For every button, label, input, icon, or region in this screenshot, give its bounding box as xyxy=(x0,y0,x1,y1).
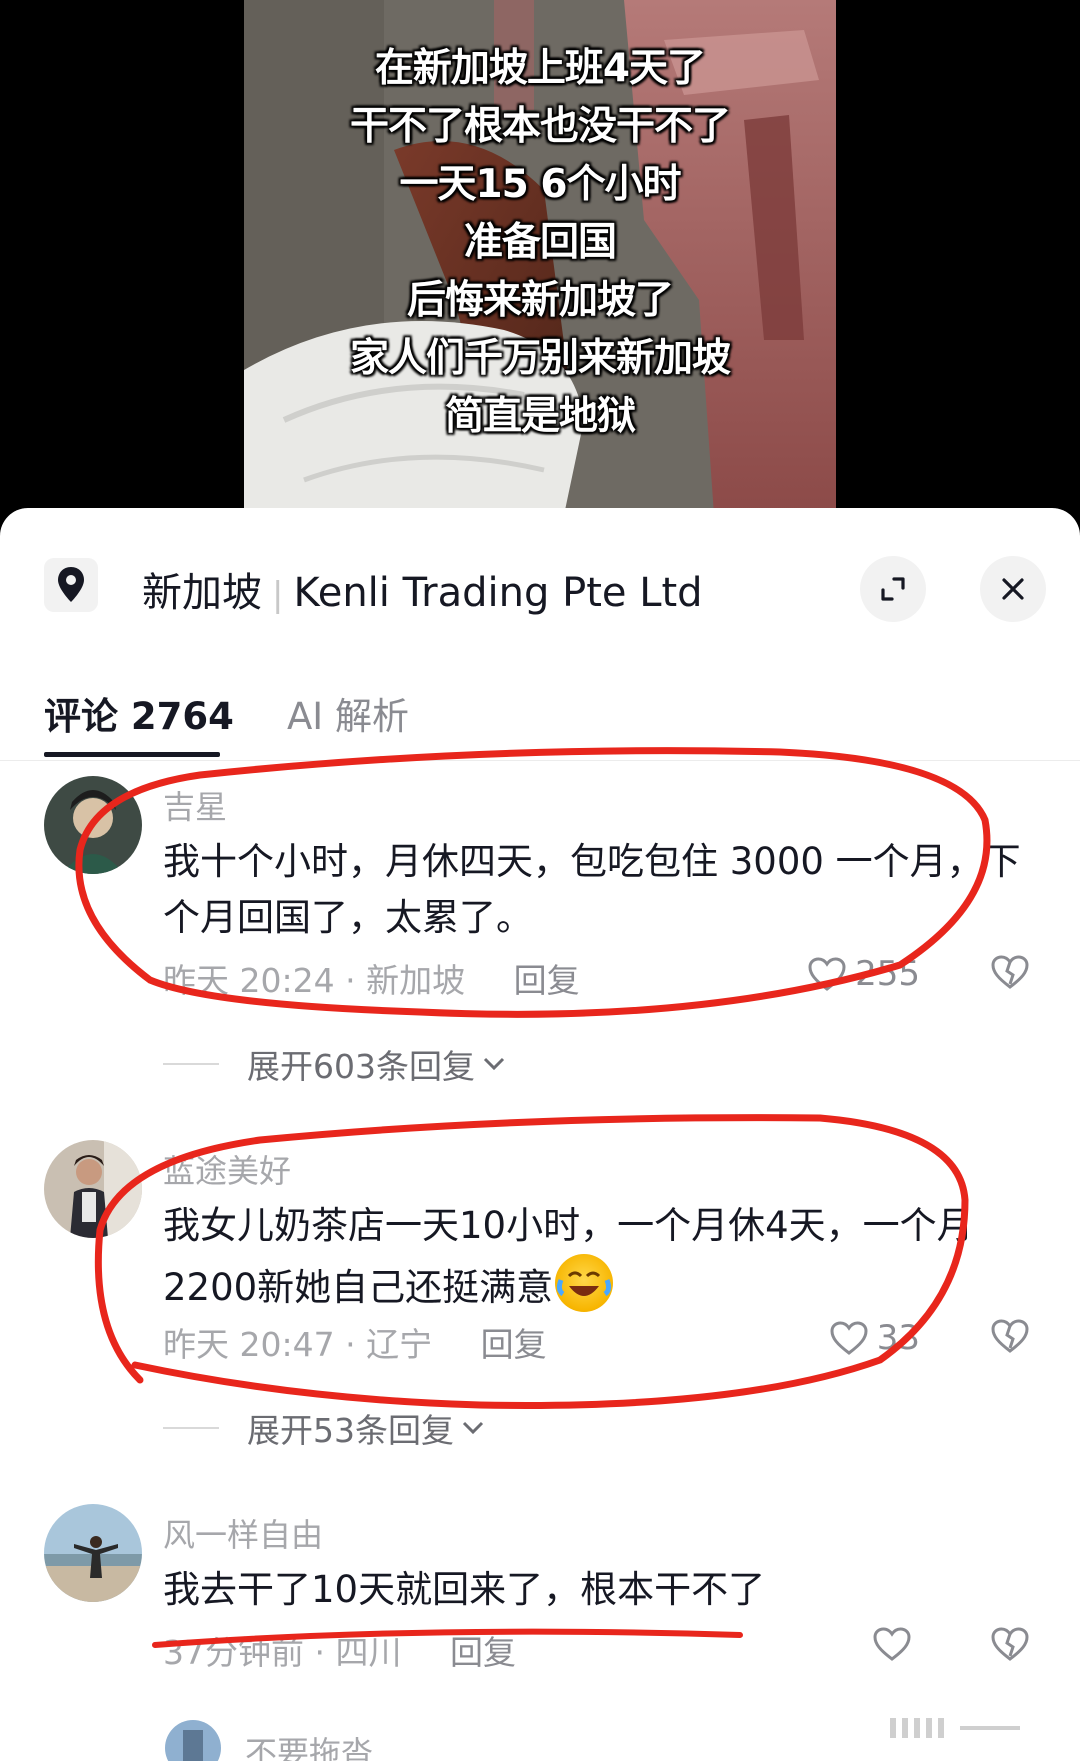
heart-icon xyxy=(873,1627,911,1661)
heart-icon xyxy=(808,957,846,991)
comment-time: 昨天 20:47 xyxy=(163,1325,335,1364)
video-player[interactable]: 在新加坡上班4天了 干不了根本也没干不了 一天15 6个小时 准备回国 后悔来新… xyxy=(0,0,1080,530)
comment-text: 我十个小时，月休四天，包吃包住 3000 一个月，下个月回国了，太累了。 xyxy=(163,840,1021,939)
location-label[interactable]: 新加坡 | Kenli Trading Pte Ltd xyxy=(142,560,703,618)
comment-location: 辽宁 xyxy=(366,1325,433,1364)
chevron-down-icon xyxy=(483,1057,505,1071)
comment-location: 新加坡 xyxy=(366,961,466,1000)
tab-ai-analysis[interactable]: AI 解析 xyxy=(287,686,409,740)
comment-text: 我去干了10天就回来了，根本干不了 xyxy=(163,1568,766,1611)
comment-username[interactable]: 不要拖沓 xyxy=(245,1728,373,1761)
broken-heart-icon xyxy=(991,1627,1029,1661)
comment-location: 四川 xyxy=(335,1633,402,1672)
watermark-icon xyxy=(890,1718,1020,1738)
reply-button[interactable]: 回复 xyxy=(450,1633,516,1672)
comment-tabs: 评论 2764 AI 解析 xyxy=(0,668,1080,761)
like-button[interactable] xyxy=(872,1626,920,1662)
comment-username[interactable]: 蓝途美好 xyxy=(163,1146,291,1192)
caption-line: 一天15 6个小时 xyxy=(399,162,682,207)
reply-button[interactable]: 回复 xyxy=(514,961,580,1000)
broken-heart-icon xyxy=(991,1319,1029,1353)
comment-meta: 37分钟前 · 四川 回复 xyxy=(163,1626,516,1674)
tab-comments[interactable]: 评论 2764 xyxy=(44,686,234,740)
dislike-button[interactable] xyxy=(990,1318,1030,1358)
avatar[interactable] xyxy=(44,776,142,874)
caption-line: 家人们千万别来新加坡 xyxy=(349,336,731,381)
location-pin-icon xyxy=(44,558,98,612)
avatar[interactable] xyxy=(165,1720,221,1761)
expand-icon xyxy=(881,577,905,601)
expand-replies-label: 展开53条回复 xyxy=(247,1411,454,1450)
video-captions: 在新加坡上班4天了 干不了根本也没干不了 一天15 6个小时 准备回国 后悔来新… xyxy=(244,40,836,446)
divider-line xyxy=(163,1063,219,1065)
caption-line: 简直是地狱 xyxy=(444,394,636,439)
comment-item: 风一样自由 我去干了10天就回来了，根本干不了 37分钟前 · 四川 回复 xyxy=(0,1504,1080,1704)
comment-item: 吉星 我十个小时，月休四天，包吃包住 3000 一个月，下个月回国了，太累了。 … xyxy=(0,776,1080,1086)
divider-line xyxy=(163,1427,219,1429)
active-tab-indicator xyxy=(44,752,220,757)
chevron-down-icon xyxy=(462,1421,484,1435)
comment-username[interactable]: 风一样自由 xyxy=(163,1510,323,1556)
dislike-button[interactable] xyxy=(990,1626,1030,1666)
like-count: 33 xyxy=(876,1318,920,1358)
location-separator: | xyxy=(272,575,284,615)
meta-dot: · xyxy=(345,1325,367,1364)
like-count: 255 xyxy=(855,954,920,994)
location-bar[interactable]: 新加坡 | Kenli Trading Pte Ltd xyxy=(0,538,1080,628)
like-button[interactable]: 255 xyxy=(807,954,920,994)
comment-sheet: 新加坡 | Kenli Trading Pte Ltd 评论 2764 AI 解析 xyxy=(0,508,1080,1761)
comment-text: 我女儿奶茶店一天10小时，一个月休4天，一个月2200新她自己还挺满意 xyxy=(163,1198,1033,1316)
meta-dot: · xyxy=(314,1633,336,1672)
expand-replies-button[interactable]: 展开53条回复 xyxy=(163,1404,486,1452)
dislike-button[interactable] xyxy=(990,954,1030,994)
comment-username[interactable]: 吉星 xyxy=(163,782,227,828)
meta-dot: · xyxy=(345,961,367,1000)
caption-line: 后悔来新加坡了 xyxy=(406,278,674,323)
avatar[interactable] xyxy=(44,1504,142,1602)
broken-heart-icon xyxy=(991,955,1029,989)
expand-replies-label: 展开603条回复 xyxy=(247,1047,475,1086)
expand-button[interactable] xyxy=(860,556,926,622)
close-button[interactable] xyxy=(980,556,1046,622)
video-frame: 在新加坡上班4天了 干不了根本也没干不了 一天15 6个小时 准备回国 后悔来新… xyxy=(244,0,836,515)
comment-time: 37分钟前 xyxy=(163,1633,304,1672)
caption-line: 在新加坡上班4天了 xyxy=(374,46,706,91)
like-button[interactable]: 33 xyxy=(829,1318,920,1358)
reply-button[interactable]: 回复 xyxy=(481,1325,547,1364)
comment-item: 蓝途美好 我女儿奶茶店一天10小时，一个月休4天，一个月2200新她自己还挺满意… xyxy=(0,1140,1080,1450)
close-icon xyxy=(1002,578,1024,600)
comment-time: 昨天 20:24 xyxy=(163,961,335,1000)
crying-laughing-emoji-icon xyxy=(555,1254,614,1312)
location-city: 新加坡 xyxy=(142,570,262,616)
heart-icon xyxy=(830,1321,868,1355)
location-place: Kenli Trading Pte Ltd xyxy=(293,570,703,616)
comment-meta: 昨天 20:24 · 新加坡 回复 xyxy=(163,954,580,1002)
caption-line: 准备回国 xyxy=(463,220,617,265)
caption-line: 干不了根本也没干不了 xyxy=(349,104,731,149)
expand-replies-button[interactable]: 展开603条回复 xyxy=(163,1040,507,1088)
comment-meta: 昨天 20:47 · 辽宁 回复 xyxy=(163,1318,547,1366)
avatar[interactable] xyxy=(44,1140,142,1238)
